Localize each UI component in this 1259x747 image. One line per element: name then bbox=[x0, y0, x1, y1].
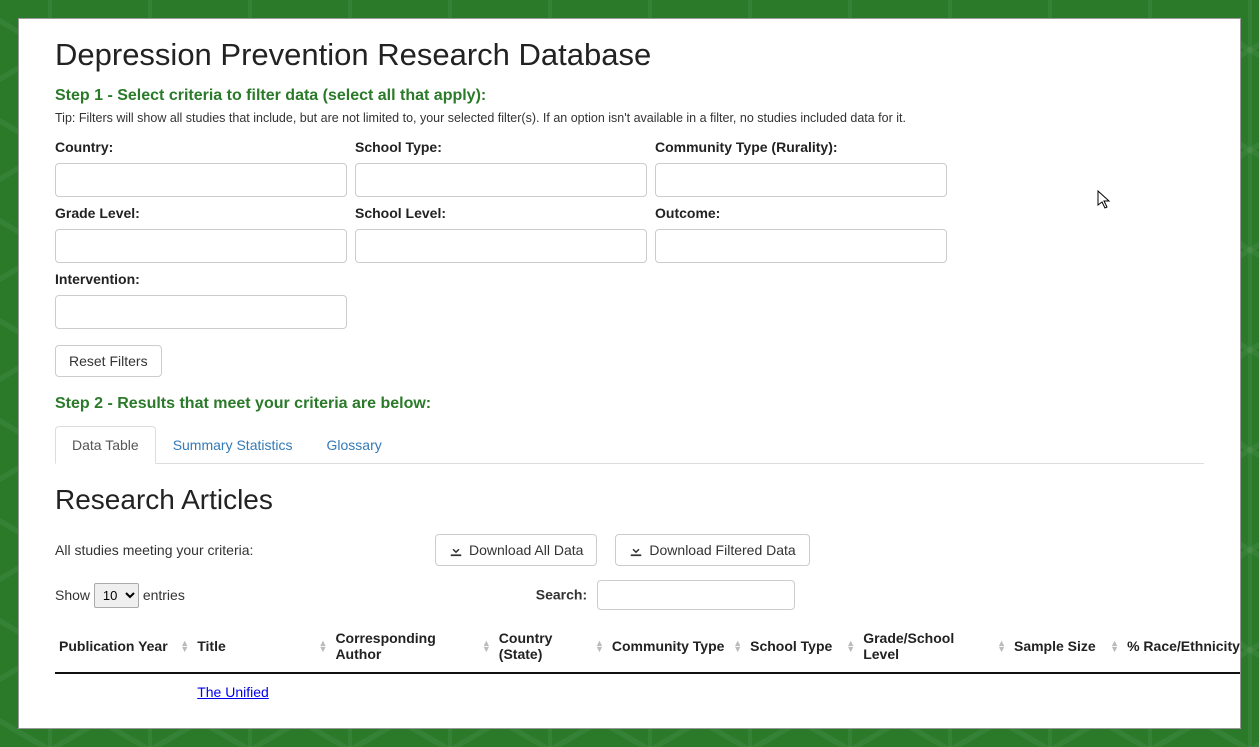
entries-length-control: Show 10 entries bbox=[55, 583, 185, 608]
sort-icon: ▲▼ bbox=[595, 640, 604, 652]
reset-filters-button[interactable]: Reset Filters bbox=[55, 345, 162, 377]
col-community-type[interactable]: Community Type▲▼ bbox=[608, 620, 746, 673]
search-input[interactable] bbox=[597, 580, 795, 610]
step1-header: Step 1 - Select criteria to filter data … bbox=[55, 87, 1204, 105]
step2-header: Step 2 - Results that meet your criteria… bbox=[55, 395, 1204, 413]
sort-icon: ▲▼ bbox=[180, 640, 189, 652]
sort-icon: ▲▼ bbox=[846, 640, 855, 652]
download-icon bbox=[449, 543, 463, 557]
page-title: Depression Prevention Research Database bbox=[55, 37, 1204, 73]
tab-glossary[interactable]: Glossary bbox=[310, 426, 399, 464]
download-icon bbox=[629, 543, 643, 557]
research-articles-heading: Research Articles bbox=[55, 484, 1204, 516]
school-level-input[interactable] bbox=[355, 229, 647, 263]
country-input[interactable] bbox=[55, 163, 347, 197]
school-type-label: School Type: bbox=[355, 139, 647, 155]
sort-icon: ▲▼ bbox=[1110, 640, 1119, 652]
sort-icon: ▲▼ bbox=[733, 640, 742, 652]
sort-icon: ▲▼ bbox=[319, 640, 328, 652]
col-country-state[interactable]: Country (State)▲▼ bbox=[495, 620, 608, 673]
country-label: Country: bbox=[55, 139, 347, 155]
community-type-input[interactable] bbox=[655, 163, 947, 197]
col-grade-school-level[interactable]: Grade/School Level▲▼ bbox=[859, 620, 1010, 673]
school-level-label: School Level: bbox=[355, 205, 647, 221]
tabs: Data Table Summary Statistics Glossary bbox=[55, 425, 1204, 464]
school-type-input[interactable] bbox=[355, 163, 647, 197]
download-all-label: Download All Data bbox=[469, 542, 583, 558]
download-filtered-label: Download Filtered Data bbox=[649, 542, 795, 558]
filters-grid: Country: School Type: Community Type (Ru… bbox=[55, 139, 955, 329]
outcome-input[interactable] bbox=[655, 229, 947, 263]
content-panel: Depression Prevention Research Database … bbox=[18, 18, 1241, 729]
tab-data-table[interactable]: Data Table bbox=[55, 426, 156, 464]
community-type-label: Community Type (Rurality): bbox=[655, 139, 947, 155]
step1-tip: Tip: Filters will show all studies that … bbox=[55, 111, 1204, 125]
col-race-ethnicity[interactable]: % Race/Ethnicity▲▼ bbox=[1123, 620, 1241, 673]
table-row[interactable]: The Unified bbox=[55, 673, 1241, 710]
show-label: Show bbox=[55, 587, 90, 603]
intervention-label: Intervention: bbox=[55, 271, 347, 287]
results-table: Publication Year▲▼ Title▲▼ Corresponding… bbox=[55, 620, 1241, 710]
article-title-link[interactable]: The Unified bbox=[197, 684, 269, 700]
col-school-type[interactable]: School Type▲▼ bbox=[746, 620, 859, 673]
download-filtered-button[interactable]: Download Filtered Data bbox=[615, 534, 809, 566]
grade-level-input[interactable] bbox=[55, 229, 347, 263]
criteria-text: All studies meeting your criteria: bbox=[55, 542, 415, 558]
col-title[interactable]: Title▲▼ bbox=[193, 620, 331, 673]
col-author[interactable]: Corresponding Author▲▼ bbox=[331, 620, 494, 673]
search-label: Search: bbox=[536, 587, 587, 603]
tab-summary-statistics[interactable]: Summary Statistics bbox=[156, 426, 310, 464]
entries-label: entries bbox=[143, 587, 185, 603]
download-all-button[interactable]: Download All Data bbox=[435, 534, 597, 566]
intervention-input[interactable] bbox=[55, 295, 347, 329]
col-sample-size[interactable]: Sample Size▲▼ bbox=[1010, 620, 1123, 673]
outcome-label: Outcome: bbox=[655, 205, 947, 221]
col-publication-year[interactable]: Publication Year▲▼ bbox=[55, 620, 193, 673]
sort-icon: ▲▼ bbox=[997, 640, 1006, 652]
grade-level-label: Grade Level: bbox=[55, 205, 347, 221]
entries-select[interactable]: 10 bbox=[94, 583, 139, 608]
sort-icon: ▲▼ bbox=[482, 640, 491, 652]
